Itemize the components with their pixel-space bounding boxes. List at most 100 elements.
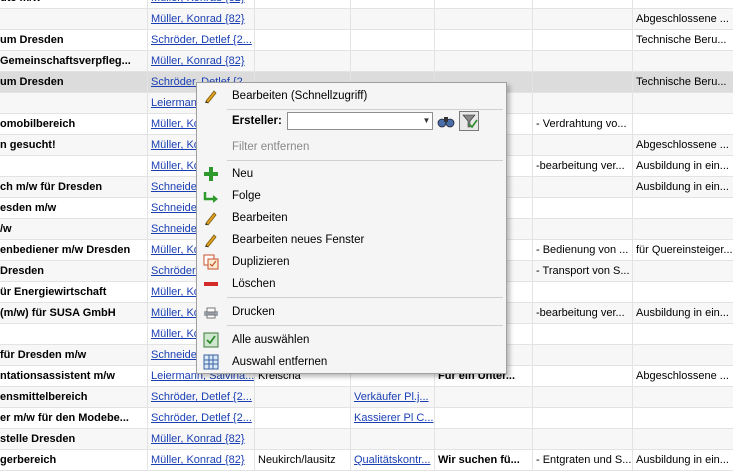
- menu-item-print[interactable]: Drucken: [197, 301, 506, 323]
- cell-c2[interactable]: Müller, Konrad {82}: [151, 55, 245, 67]
- menu-item-edit[interactable]: Bearbeiten: [197, 207, 506, 229]
- cell-c1: omobilbereich: [0, 118, 76, 130]
- table-cell: Gemeinschaftsverpfleg...: [0, 51, 148, 71]
- cell-c1: ensmittelbereich: [0, 391, 88, 403]
- plus-icon: [203, 166, 219, 182]
- table-cell: [633, 408, 733, 428]
- menu-label-duplicate: Duplizieren: [232, 256, 290, 268]
- table-cell: [633, 345, 733, 365]
- menu-label-followup: Folge: [232, 190, 261, 202]
- cell-c2[interactable]: Schröder, Detlef {2...: [151, 391, 252, 403]
- cell-c7: Ausbildung in ein...: [636, 307, 729, 319]
- table-cell: -bearbeitung ver...: [533, 303, 633, 323]
- table-cell: Ausbildung in ein...: [633, 303, 733, 323]
- table-cell: [633, 198, 733, 218]
- menu-label-select-all: Alle auswählen: [232, 334, 310, 346]
- table-cell: [533, 177, 633, 197]
- menu-item-delete[interactable]: Löschen: [197, 273, 506, 295]
- cell-c5: Wir suchen fü...: [438, 454, 520, 466]
- menu-item-duplicate[interactable]: Duplizieren: [197, 251, 506, 273]
- menu-label-quick-edit: Bearbeiten (Schnellzugriff): [232, 90, 368, 102]
- cell-c4[interactable]: Kassierer Pl C...: [354, 412, 433, 424]
- table-cell: [633, 93, 733, 113]
- table-row[interactable]: er m/w für den Modebe... Schröder, Detlef…: [0, 408, 733, 429]
- cell-c6: -bearbeitung ver...: [536, 307, 625, 319]
- cell-c7: für Quereinsteiger...: [636, 244, 733, 256]
- filter-row: Ersteller: ▼: [197, 110, 506, 134]
- table-cell: - Verdrahtung vo...: [533, 114, 633, 134]
- cell-c1: ür Energiewirtschaft: [0, 286, 107, 298]
- printer-icon: [203, 304, 219, 320]
- table-cell: Ausbildung in ein...: [633, 450, 733, 470]
- filter-apply-icon[interactable]: [459, 111, 479, 131]
- table-cell: [533, 324, 633, 344]
- table-cell: [255, 408, 351, 428]
- table-cell: - Entgraten und S...: [533, 450, 633, 470]
- table-cell: [435, 387, 533, 407]
- binoculars-icon[interactable]: [437, 112, 455, 130]
- table-row[interactable]: Müller, Konrad {82} Abgeschlossene ...: [0, 9, 733, 30]
- table-cell: [533, 345, 633, 365]
- table-cell: - Bedienung von ...: [533, 240, 633, 260]
- pencil-icon: [203, 88, 219, 104]
- table-cell: [351, 51, 435, 71]
- table-cell: [0, 324, 148, 344]
- menu-label-edit-new-window: Bearbeiten neues Fenster: [232, 234, 365, 246]
- table-cell: [533, 0, 633, 8]
- table-cell: [0, 93, 148, 113]
- grid-table-icon: [203, 354, 219, 370]
- table-row[interactable]: Gemeinschaftsverpfleg... Müller, Konrad {…: [0, 51, 733, 72]
- table-row[interactable]: ensmittelbereich Schröder, Detlef {2... Ve…: [0, 387, 733, 408]
- table-cell: [435, 9, 533, 29]
- table-cell: Wir suchen fü...: [435, 450, 533, 470]
- menu-item-quick-edit[interactable]: Bearbeiten (Schnellzugriff): [197, 85, 506, 107]
- cell-c4[interactable]: Verkäufer Pl.j...: [354, 391, 429, 403]
- table-row[interactable]: gerbereich Müller, Konrad {82} Neukirch/la…: [0, 450, 733, 471]
- table-cell: Schröder, Detlef {2...: [148, 408, 255, 428]
- cell-c7: Ausbildung in ein...: [636, 160, 729, 172]
- table-cell: [435, 51, 533, 71]
- cell-c7: Technische Beru...: [636, 34, 727, 46]
- table-cell: um Dresden: [0, 72, 148, 92]
- select-all-icon: [203, 332, 219, 348]
- table-row[interactable]: um Dresden Schröder, Detlef {2... Technisc…: [0, 30, 733, 51]
- cell-c7: Abgeschlossene ...: [636, 13, 729, 25]
- table-cell: Ausbildung in ein...: [633, 156, 733, 176]
- table-cell: [435, 429, 533, 449]
- creator-filter-input[interactable]: [287, 112, 433, 130]
- table-cell: [633, 114, 733, 134]
- cell-c6: - Verdrahtung vo...: [536, 118, 627, 130]
- table-row[interactable]: stelle Dresden Müller, Konrad {82}: [0, 429, 733, 450]
- cell-c2[interactable]: Schröder, Detlef {2...: [151, 412, 252, 424]
- table-cell: [633, 219, 733, 239]
- table-cell: [255, 30, 351, 50]
- table-cell: [0, 9, 148, 29]
- table-cell: [533, 51, 633, 71]
- pencil-icon: [203, 210, 219, 226]
- table-cell: [351, 429, 435, 449]
- chevron-down-icon[interactable]: ▼: [420, 113, 433, 129]
- cell-c2[interactable]: Schröder, Detlef {2...: [151, 34, 252, 46]
- cell-c1: ute m/w: [0, 0, 41, 4]
- menu-item-deselect[interactable]: Auswahl entfernen: [197, 351, 506, 373]
- cell-c2[interactable]: Müller, Konrad {82}: [151, 13, 245, 25]
- cell-c7: Technische Beru...: [636, 76, 727, 88]
- table-cell: [533, 9, 633, 29]
- cell-c2[interactable]: Müller, Konrad {82}: [151, 433, 245, 445]
- cell-c2[interactable]: Müller, Konrad {82}: [151, 454, 245, 466]
- table-cell: [633, 429, 733, 449]
- menu-item-select-all[interactable]: Alle auswählen: [197, 329, 506, 351]
- cell-c1: um Dresden: [0, 34, 64, 46]
- cell-c2[interactable]: Müller, Konrad {82}: [151, 0, 245, 4]
- cell-c7: Abgeschlossene ...: [636, 370, 729, 382]
- table-cell: um Dresden: [0, 30, 148, 50]
- menu-item-edit-new-window[interactable]: Bearbeiten neues Fenster: [197, 229, 506, 251]
- table-cell: ür Energiewirtschaft: [0, 282, 148, 302]
- menu-label-print: Drucken: [232, 306, 275, 318]
- cell-c4[interactable]: Qualitätskontr...: [354, 454, 430, 466]
- table-row[interactable]: ute m/w Müller, Konrad {82}: [0, 0, 733, 9]
- menu-item-remove-filter[interactable]: Filter entfernen: [197, 136, 506, 158]
- menu-item-followup[interactable]: Folge: [197, 185, 506, 207]
- menu-item-new[interactable]: Neu: [197, 163, 506, 185]
- menu-label-delete: Löschen: [232, 278, 276, 290]
